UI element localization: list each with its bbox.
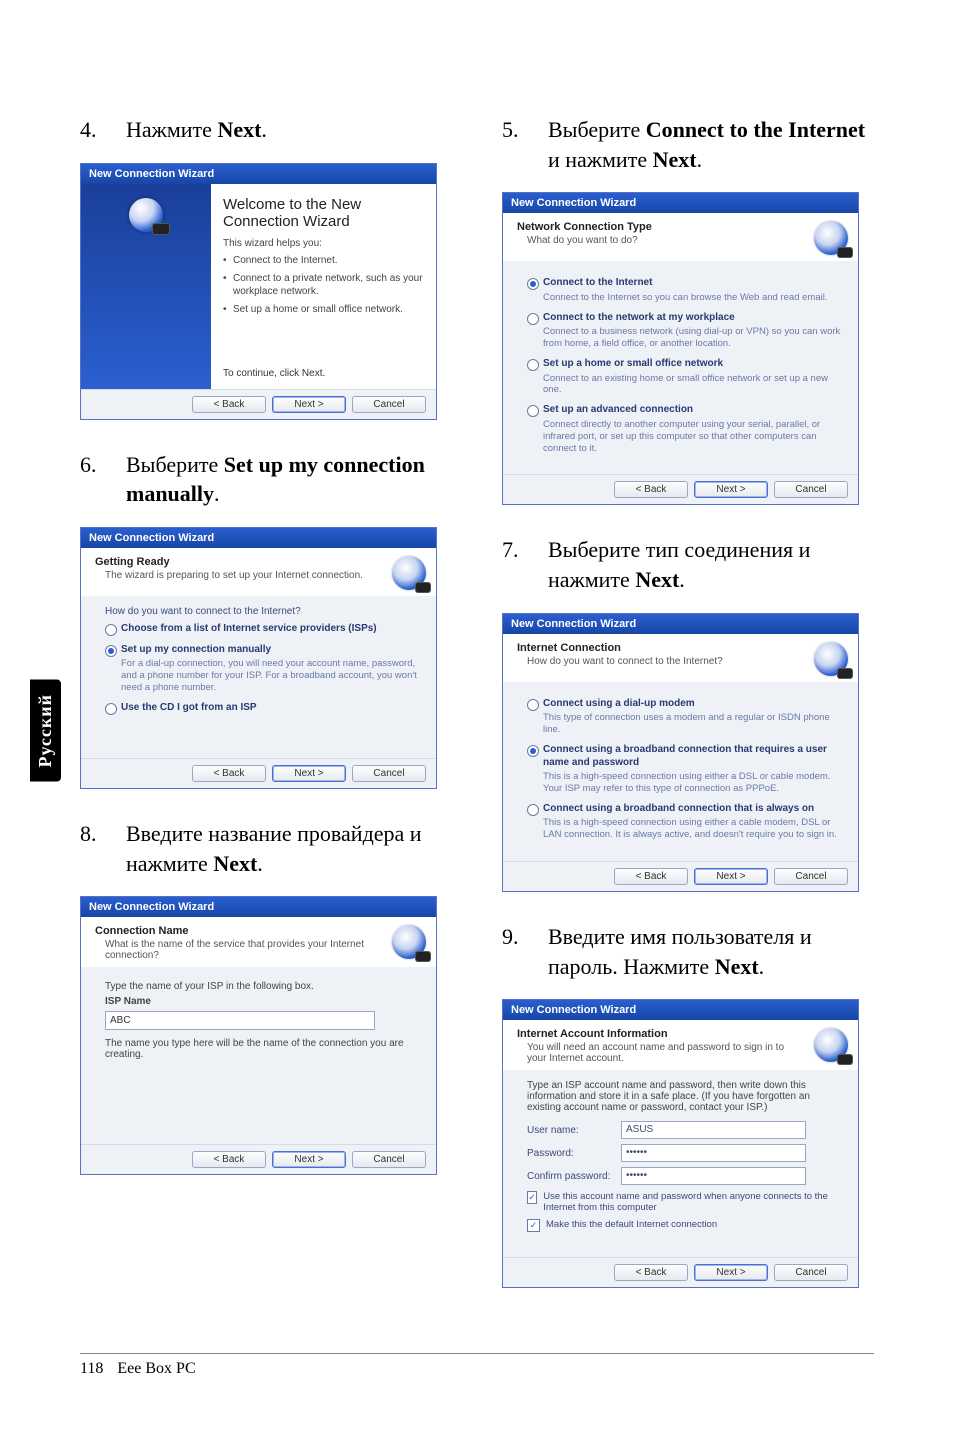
window-title: New Connection Wizard xyxy=(503,1000,858,1020)
step-number: 5. xyxy=(502,115,548,174)
page-footer: 118 Eee Box PC xyxy=(80,1353,874,1378)
window-title: New Connection Wizard xyxy=(503,193,858,213)
next-button[interactable]: Next > xyxy=(272,1151,346,1168)
radio-option[interactable]: Connect to the InternetConnect to the In… xyxy=(527,277,842,303)
radio-option[interactable]: Connect using a dial-up modemThis type o… xyxy=(527,698,842,736)
wizard-step5: New Connection Wizard Network Connection… xyxy=(502,192,859,505)
globe-icon xyxy=(814,642,848,676)
wizard-heading: Getting Ready xyxy=(95,556,384,568)
radio-option[interactable]: Set up a home or small office networkCon… xyxy=(527,358,842,396)
window-title: New Connection Wizard xyxy=(81,164,436,184)
cancel-button[interactable]: Cancel xyxy=(774,1264,848,1281)
step-8-text: 8. Введите название провайдера и нажмите… xyxy=(80,819,452,878)
cancel-button[interactable]: Cancel xyxy=(774,868,848,885)
globe-icon xyxy=(814,1028,848,1062)
next-button[interactable]: Next > xyxy=(694,481,768,498)
page-number: 118 xyxy=(80,1360,103,1377)
wizard-step6: New Connection Wizard Getting Ready The … xyxy=(80,527,437,789)
step-6-text: 6. Выберите Set up my connection manuall… xyxy=(80,450,452,509)
wizard-heading: Welcome to the New Connection Wizard xyxy=(223,196,424,230)
step-number: 7. xyxy=(502,535,548,594)
back-button[interactable]: < Back xyxy=(614,481,688,498)
step-4-text: 4. Нажмите Next. xyxy=(80,115,452,145)
wizard-heading: Network Connection Type xyxy=(517,221,806,233)
password-input[interactable]: •••••• xyxy=(621,1144,806,1162)
step-5-text: 5. Выберите Connect to the Internet и на… xyxy=(502,115,874,174)
wizard-step8: New Connection Wizard Connection Name Wh… xyxy=(80,896,437,1175)
wizard-step9: New Connection Wizard Internet Account I… xyxy=(502,999,859,1288)
wizard-sidebar xyxy=(81,184,211,389)
cancel-button[interactable]: Cancel xyxy=(352,765,426,782)
radio-option[interactable]: Set up an advanced connectionConnect dir… xyxy=(527,404,842,454)
back-button[interactable]: < Back xyxy=(192,1151,266,1168)
radio-option[interactable]: Set up my connection manuallyFor a dial-… xyxy=(105,644,420,694)
radio-option[interactable]: Choose from a list of Internet service p… xyxy=(105,623,420,636)
product-name: Eee Box PC xyxy=(117,1360,195,1377)
cancel-button[interactable]: Cancel xyxy=(352,1151,426,1168)
checkbox[interactable]: ✓ xyxy=(527,1191,537,1204)
cancel-button[interactable]: Cancel xyxy=(774,481,848,498)
wizard-heading: Internet Account Information xyxy=(517,1028,806,1040)
step-number: 4. xyxy=(80,115,126,145)
checkbox[interactable]: ✓ xyxy=(527,1219,540,1232)
step-number: 8. xyxy=(80,819,126,878)
language-tab: Русский xyxy=(30,680,61,782)
step-9-text: 9. Введите имя пользователя и пароль. На… xyxy=(502,922,874,981)
wizard-step4: New Connection Wizard Welcome to the New… xyxy=(80,163,437,420)
window-title: New Connection Wizard xyxy=(81,528,436,548)
back-button[interactable]: < Back xyxy=(192,396,266,413)
radio-option[interactable]: Connect using a broadband connection tha… xyxy=(527,803,842,841)
wizard-heading: Internet Connection xyxy=(517,642,806,654)
confirm-password-input[interactable]: •••••• xyxy=(621,1167,806,1185)
globe-icon xyxy=(392,925,426,959)
globe-icon xyxy=(814,221,848,255)
wizard-heading: Connection Name xyxy=(95,925,384,937)
window-title: New Connection Wizard xyxy=(81,897,436,917)
isp-name-input[interactable]: ABC xyxy=(105,1011,375,1030)
next-button[interactable]: Next > xyxy=(272,765,346,782)
step-number: 6. xyxy=(80,450,126,509)
back-button[interactable]: < Back xyxy=(614,868,688,885)
globe-icon xyxy=(129,198,163,232)
back-button[interactable]: < Back xyxy=(192,765,266,782)
radio-option[interactable]: Connect to the network at my workplaceCo… xyxy=(527,312,842,350)
wizard-step7: New Connection Wizard Internet Connectio… xyxy=(502,613,859,892)
radio-option[interactable]: Use the CD I got from an ISP xyxy=(105,702,420,715)
step-7-text: 7. Выберите тип соединения и нажмите Nex… xyxy=(502,535,874,594)
next-button[interactable]: Next > xyxy=(694,1264,768,1281)
next-button[interactable]: Next > xyxy=(694,868,768,885)
globe-icon xyxy=(392,556,426,590)
username-input[interactable]: ASUS xyxy=(621,1121,806,1139)
window-title: New Connection Wizard xyxy=(503,614,858,634)
radio-option[interactable]: Connect using a broadband connection tha… xyxy=(527,744,842,795)
back-button[interactable]: < Back xyxy=(614,1264,688,1281)
cancel-button[interactable]: Cancel xyxy=(352,396,426,413)
next-button[interactable]: Next > xyxy=(272,396,346,413)
step-number: 9. xyxy=(502,922,548,981)
